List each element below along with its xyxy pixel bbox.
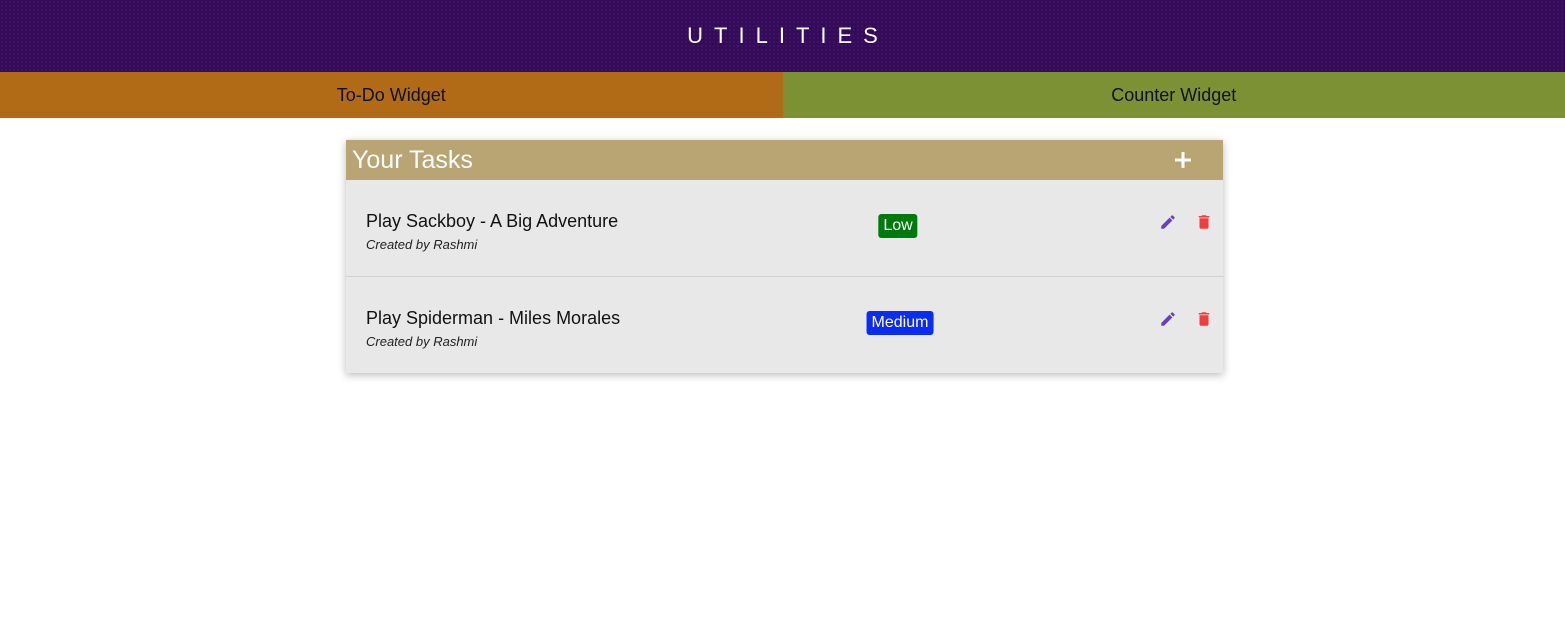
pencil-icon — [1161, 312, 1175, 326]
task-created-by: Created by Rashmi — [366, 334, 478, 349]
app-header: UTILITIES — [0, 0, 1565, 72]
tasks-panel-header: Your Tasks — [346, 140, 1223, 180]
priority-badge-medium: Medium — [866, 311, 934, 335]
tab-counter-label: Counter Widget — [1111, 84, 1237, 105]
tab-counter-widget[interactable]: Counter Widget — [782, 72, 1565, 118]
task-created-by: Created by Rashmi — [366, 237, 478, 252]
task-actions — [1159, 310, 1213, 328]
task-text: Play Spiderman - Miles Morales Created b… — [366, 308, 620, 349]
edit-task-button[interactable] — [1159, 310, 1177, 328]
trash-icon — [1198, 215, 1210, 229]
task-title: Play Sackboy - A Big Adventure — [366, 211, 619, 231]
task-text: Play Sackboy - A Big Adventure Created b… — [366, 211, 618, 252]
tab-todo-widget[interactable]: To-Do Widget — [0, 72, 783, 118]
add-task-button[interactable] — [1171, 148, 1195, 172]
panel-title: Your Tasks — [352, 145, 473, 174]
task-title: Play Spiderman - Miles Morales — [366, 308, 621, 328]
tasks-panel: Your Tasks Play Sackboy - A Big Adventur… — [346, 140, 1223, 373]
widget-tabs: To-Do Widget Counter Widget — [0, 72, 1565, 118]
delete-task-button[interactable] — [1195, 310, 1213, 328]
priority-badge-low: Low — [878, 214, 918, 238]
trash-icon — [1198, 312, 1210, 326]
task-row: Play Sackboy - A Big Adventure Created b… — [346, 180, 1223, 277]
app-title: UTILITIES — [687, 23, 889, 48]
task-actions — [1159, 213, 1213, 231]
tab-todo-label: To-Do Widget — [336, 84, 446, 105]
task-row: Play Spiderman - Miles Morales Created b… — [346, 277, 1223, 373]
pencil-icon — [1161, 215, 1175, 229]
plus-icon — [1175, 152, 1191, 168]
delete-task-button[interactable] — [1195, 213, 1213, 231]
edit-task-button[interactable] — [1159, 213, 1177, 231]
